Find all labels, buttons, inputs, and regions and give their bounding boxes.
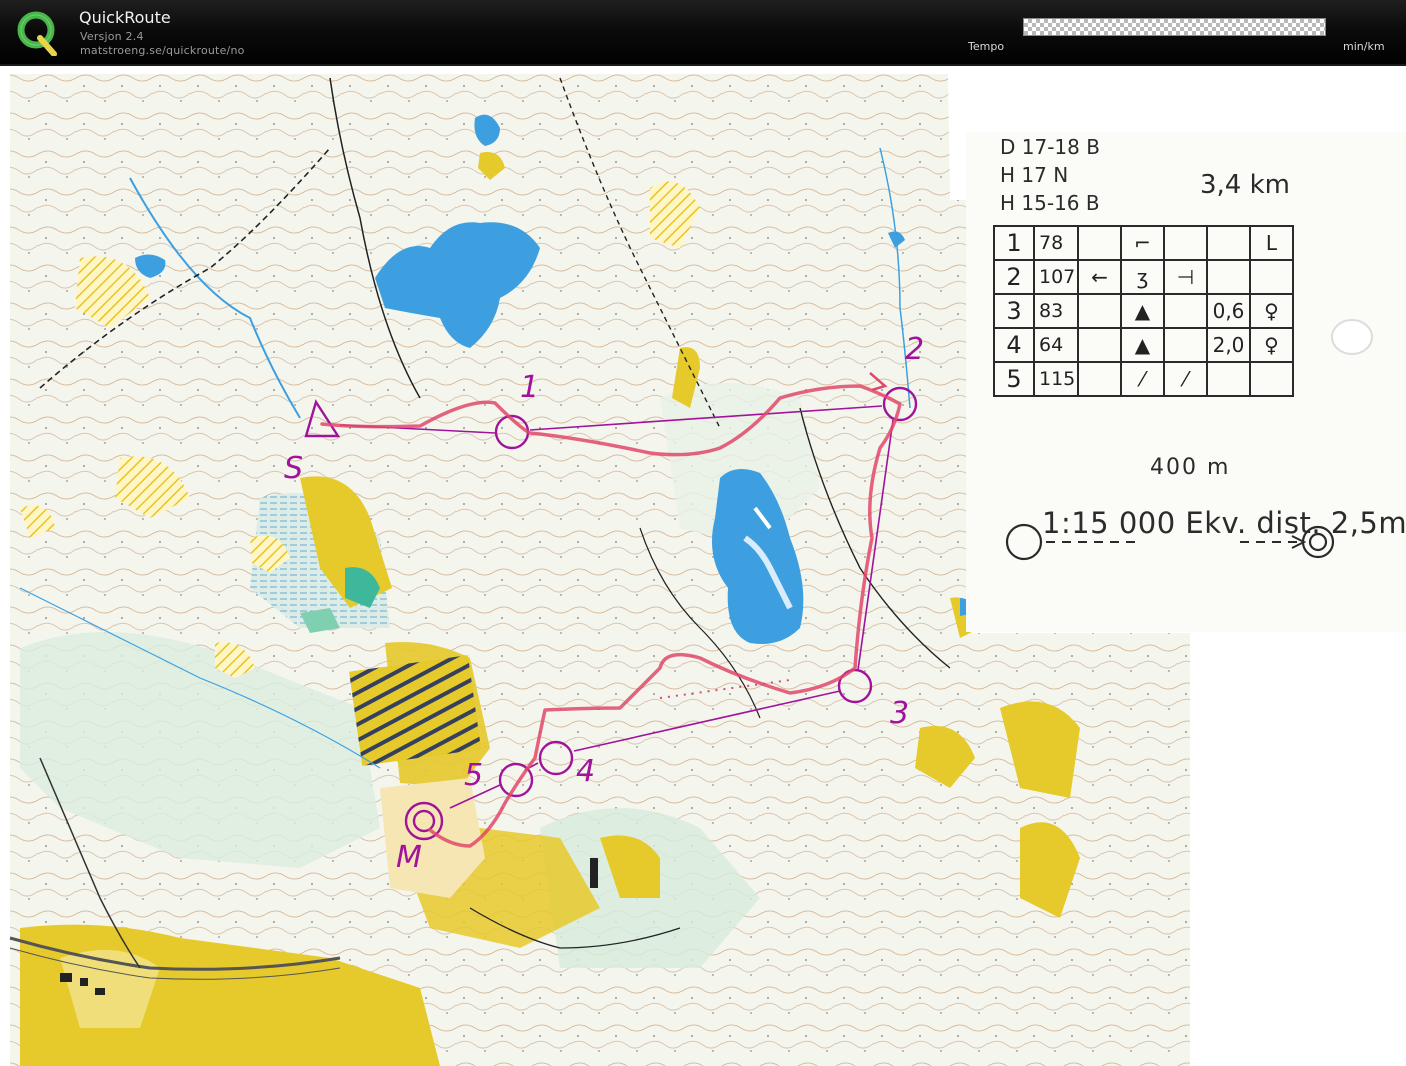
quickroute-logo-icon (16, 8, 60, 57)
table-cell: ⁄ (1120, 361, 1165, 397)
app-url-link[interactable]: matstroeng.se/quickroute/no (80, 44, 245, 57)
table-cell: 107 (1033, 259, 1079, 295)
course-classes: D 17-18 B H 17 N H 15-16 B (1000, 133, 1100, 217)
app-version: Versjon 2.4 (80, 30, 144, 43)
table-cell (1249, 361, 1294, 397)
tempo-color-scale[interactable] (1023, 18, 1326, 36)
table-cell (1206, 225, 1251, 261)
table-cell: 4 (993, 327, 1035, 363)
table-cell: ← (1077, 259, 1122, 295)
app-header: QuickRoute Versjon 2.4 matstroeng.se/qui… (0, 0, 1406, 66)
table-cell: ▲ (1120, 293, 1165, 329)
table-cell: ⌐ (1120, 225, 1165, 261)
class-line: D 17-18 B (1000, 135, 1100, 159)
table-cell: 2 (993, 259, 1035, 295)
table-cell (1077, 225, 1122, 261)
course-distance: 3,4 km (1200, 170, 1290, 200)
legend-control-circle-icon (1005, 523, 1043, 561)
table-cell: ʒ (1120, 259, 1165, 295)
legend-distance-label: 400 m (1150, 455, 1231, 480)
punch-hole-icon (1331, 319, 1373, 355)
map-scale-label: 1:15 000 Ekv. dist. 2,5m (1042, 506, 1406, 540)
table-row: 3 83 ▲ 0,6 ♀ (993, 293, 1294, 329)
class-line: H 17 N (1000, 163, 1069, 187)
table-cell: 78 (1033, 225, 1079, 261)
table-cell: ♀ (1249, 293, 1294, 329)
control-3-label: 3 (890, 696, 910, 731)
control-description-table: 1 78 ⌐ L 2 107 ← ʒ ⊣ 3 83 ▲ 0,6 ♀ 4 64 ▲… (993, 225, 1294, 397)
table-cell: 0,6 (1206, 293, 1251, 329)
table-cell: ⊣ (1163, 259, 1208, 295)
table-cell: 64 (1033, 327, 1079, 363)
tempo-label: Tempo (968, 40, 1005, 53)
table-cell: 3 (993, 293, 1035, 329)
table-cell: 5 (993, 361, 1035, 397)
app-title: QuickRoute (79, 8, 171, 27)
table-row: 5 115 ⁄ ⁄ (993, 361, 1294, 397)
table-cell: 1 (993, 225, 1035, 261)
tempo-unit-label: min/km (1343, 40, 1385, 53)
table-cell: 115 (1033, 361, 1079, 397)
table-cell (1249, 259, 1294, 295)
table-row: 2 107 ← ʒ ⊣ (993, 259, 1294, 295)
table-cell: 83 (1033, 293, 1079, 329)
table-cell: L (1249, 225, 1294, 261)
control-1-label: 1 (520, 370, 540, 405)
control-4-label: 4 (576, 754, 596, 789)
table-row: 1 78 ⌐ L (993, 225, 1294, 261)
control-2-label: 2 (905, 332, 925, 367)
table-cell (1163, 225, 1208, 261)
start-label: S (284, 451, 304, 486)
table-cell (1077, 361, 1122, 397)
table-cell: 2,0 (1206, 327, 1251, 363)
table-cell: ▲ (1120, 327, 1165, 363)
table-row: 4 64 ▲ 2,0 ♀ (993, 327, 1294, 363)
table-cell: ⁄ (1163, 361, 1208, 397)
class-line: H 15-16 B (1000, 191, 1100, 215)
table-cell (1163, 327, 1208, 363)
table-cell (1077, 327, 1122, 363)
table-cell (1163, 293, 1208, 329)
table-cell (1206, 259, 1251, 295)
finish-label: M (396, 840, 422, 875)
control-5-label: 5 (464, 758, 484, 793)
table-cell: ♀ (1249, 327, 1294, 363)
table-cell (1206, 361, 1251, 397)
table-cell (1077, 293, 1122, 329)
